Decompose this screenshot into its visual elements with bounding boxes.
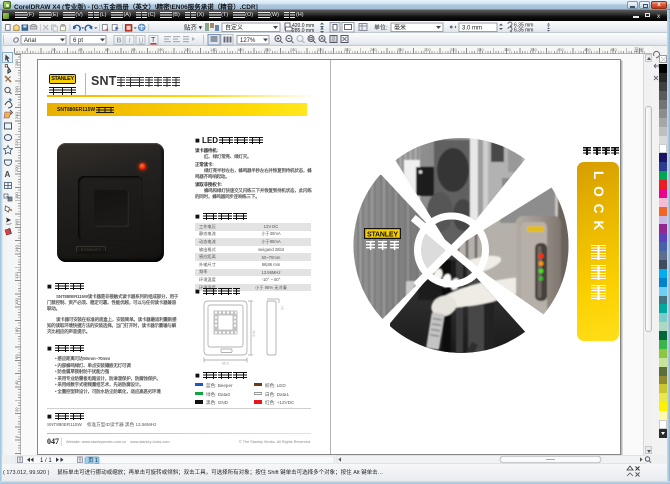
- svg-text:3.0 mm: 3.0 mm: [462, 26, 482, 32]
- svg-text:T: T: [151, 37, 156, 44]
- svg-text:6 pt: 6 pt: [73, 38, 83, 44]
- svg-text:自定义: 自定义: [225, 24, 243, 32]
- svg-text:单位:: 单位:: [374, 24, 388, 32]
- svg-text:127%: 127%: [240, 38, 256, 44]
- svg-text:贴齐 ▾: 贴齐 ▾: [184, 23, 203, 32]
- svg-text:STANLEY: STANLEY: [367, 232, 398, 239]
- svg-text:76.6: 76.6: [252, 330, 256, 337]
- svg-text:85.6: 85.6: [222, 362, 229, 366]
- svg-text:Arial: Arial: [24, 38, 36, 44]
- svg-text:A: A: [5, 170, 11, 179]
- svg-text:U: U: [139, 38, 144, 45]
- svg-text:B: B: [117, 38, 122, 45]
- svg-text:16: 16: [280, 306, 284, 310]
- svg-text:I: I: [129, 38, 131, 45]
- svg-text:页 1: 页 1: [88, 457, 98, 464]
- svg-text:O: O: [13, 36, 19, 45]
- svg-text:毫米: 毫米: [394, 24, 406, 32]
